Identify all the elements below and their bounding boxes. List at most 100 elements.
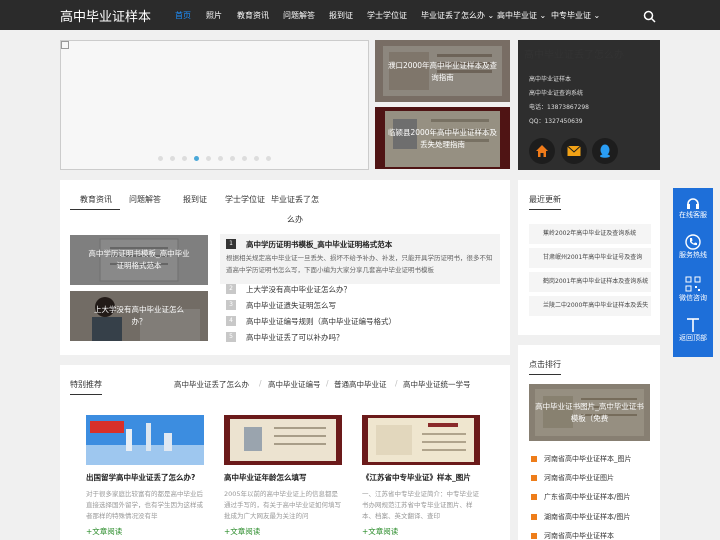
slider-dot[interactable] (170, 156, 175, 161)
read-more-link[interactable]: +文章阅读 (224, 526, 260, 537)
tab-report-cert[interactable]: 报到证 (183, 194, 207, 205)
read-more-link[interactable]: +文章阅读 (362, 526, 398, 537)
rank-item[interactable]: 河南省高中毕业证图片 (544, 473, 665, 483)
news-link[interactable]: 上大学没有高中毕业证怎么办？ (246, 284, 351, 295)
special-recommend-title: 特别推荐 (70, 380, 102, 389)
nav-bachelor-degree[interactable]: 学士学位证 (367, 10, 407, 21)
banner-thumb-1[interactable]: 濮口2000年高中毕业证样本及查询指南 (375, 40, 510, 102)
slider-dot[interactable] (158, 156, 163, 161)
card-image-2[interactable] (224, 415, 342, 465)
rank-number-badge: 1 (226, 239, 236, 249)
rank-item[interactable]: 广东省高中毕业证样本/图片 (544, 492, 665, 502)
nav-report-cert[interactable]: 报到证 (329, 10, 353, 21)
card-image-3[interactable] (362, 415, 480, 465)
back-to-top-button[interactable]: 返回顶部 (673, 310, 713, 357)
qq-icon[interactable] (592, 138, 618, 164)
nav-secondary-diploma[interactable]: 中专毕业证 ⌄ (551, 10, 600, 21)
slider-dot[interactable] (230, 156, 235, 161)
slider-dot[interactable] (182, 156, 187, 161)
rank-number-badge: 4 (226, 316, 236, 326)
travel-image (86, 415, 204, 465)
phone-icon (685, 234, 701, 250)
thumb-caption: 临颍县2000年高中毕业证样本及丢失处理指南 (387, 128, 498, 149)
chevron-down-icon: ⌄ (591, 11, 601, 20)
tab-lost-diploma[interactable]: 毕业证丢了怎 (271, 194, 319, 205)
slider-dot[interactable] (206, 156, 211, 161)
slider-dot[interactable] (266, 156, 271, 161)
click-ranking-title: 点击排行 (529, 360, 561, 369)
card-desc: 2005年以前的高中毕业证上的信息都是通过手写的，有关于高中毕业证如何填写批成为… (224, 490, 341, 520)
rank-item[interactable]: 湖南省高中毕业证样本/图片 (544, 512, 665, 522)
tag-separator: / (326, 379, 329, 388)
card-title[interactable]: 高中毕业证年龄怎么填写 (224, 472, 307, 483)
rank-bullet (531, 475, 537, 481)
rank-bullet (531, 514, 537, 520)
card-image-1[interactable] (86, 415, 204, 465)
featured-article-title[interactable]: 高中学历证明书模板_高中毕业证明格式范本 (246, 239, 392, 250)
news-link[interactable]: 高中毕业证遗失证明怎么写 (246, 300, 336, 311)
headset-icon (687, 198, 699, 209)
special-tag[interactable]: 高中毕业证统一学号 (403, 379, 471, 390)
news-link[interactable]: 高中毕业证丢了可以补办吗？ (246, 332, 344, 343)
news-image-1[interactable]: 高中学历证明书模板_高中毕业证明格式范本 (70, 235, 208, 285)
nav-high-school-diploma[interactable]: 高中毕业证 ⌄ (497, 10, 546, 21)
site-logo[interactable]: 高中毕业证样本 (60, 6, 151, 25)
contact-phone: 电话：13873867298 (529, 104, 589, 111)
slider-dot[interactable] (254, 156, 259, 161)
rank-number-badge: 2 (226, 284, 236, 294)
special-tag[interactable]: 高中毕业证丢了怎么办 (174, 379, 249, 390)
card-title[interactable]: 出国留学高中毕业证丢了怎么办? (86, 472, 195, 483)
title-underline (529, 209, 561, 210)
slider-dot[interactable] (218, 156, 223, 161)
contact-line: 高中毕业证样本 (529, 76, 572, 83)
tab-qa[interactable]: 问题解答 (129, 194, 161, 205)
chevron-down-icon: ⌄ (485, 11, 495, 20)
news-image-2[interactable]: 上大学没有高中毕业证怎么办？ (70, 291, 208, 341)
diploma-image (362, 415, 480, 465)
news-link[interactable]: 高中毕业证编号规则（高中毕业证编号格式） (246, 316, 396, 327)
search-icon[interactable] (643, 8, 656, 23)
rank-bullet (531, 494, 537, 500)
nav-qa[interactable]: 问题解答 (283, 10, 315, 21)
slider-dot[interactable] (242, 156, 247, 161)
slider-dot[interactable] (194, 156, 199, 161)
banner-thumb-2[interactable]: 临颍县2000年高中毕业证样本及丢失处理指南 (375, 107, 510, 169)
card-title[interactable]: 《江苏省中专毕业证》样本_图片 (362, 472, 471, 483)
tab-lost-diploma-wrap[interactable]: 么办 (287, 214, 303, 225)
rank-bullet (531, 533, 537, 539)
diploma-image (224, 415, 342, 465)
rank-item[interactable]: 河南省高中毕业证样本 (544, 531, 665, 540)
contact-qq: QQ：1327450639 (529, 118, 583, 125)
tag-separator: / (259, 379, 262, 388)
service-hotline-button[interactable]: 服务热线 (673, 228, 713, 275)
broken-image-icon (61, 41, 69, 49)
nav-home[interactable]: 首页 (175, 10, 191, 21)
rank-item[interactable]: 河南省高中毕业证样本_图片 (544, 454, 665, 464)
recent-item[interactable]: 鹤岗2001年高中毕业证样本及查询系统 (529, 272, 651, 292)
active-tab-indicator (70, 209, 120, 210)
title-underline (529, 374, 561, 375)
special-tag[interactable]: 高中毕业证编号 (268, 379, 321, 390)
contact-card-title: 高中毕业证丢了怎么办 (524, 50, 624, 61)
read-more-link[interactable]: +文章阅读 (86, 526, 122, 537)
image-slider[interactable] (60, 40, 369, 170)
home-icon[interactable] (529, 138, 555, 164)
qrcode-icon (685, 276, 701, 292)
recent-item[interactable]: 甘肃岷州2001年高中毕业证号及查询 (529, 248, 651, 268)
card-desc: 对于很多家庭比较富有的都是高中毕业后直接选择国外留学，也有学生因为这样或者那样的… (86, 490, 203, 520)
nav-photos[interactable]: 照片 (206, 10, 222, 21)
nav-education-news[interactable]: 教育资讯 (237, 10, 269, 21)
nav-lost-diploma[interactable]: 毕业证丢了怎么办 ⌄ (421, 10, 494, 21)
thumb-caption: 濮口2000年高中毕业证样本及查询指南 (387, 61, 498, 82)
arrow-up-icon (687, 318, 699, 332)
news-image-caption: 高中学历证明书模板_高中毕业证明格式范本 (88, 249, 190, 270)
recent-item[interactable]: 蕉岭2002年高中毕业证及查询系统 (529, 224, 651, 244)
tab-education-news[interactable]: 教育资讯 (80, 194, 112, 205)
special-tag[interactable]: 普通高中毕业证 (334, 379, 387, 390)
tab-bachelor-degree[interactable]: 学士学位证 (225, 194, 265, 205)
rank-number-badge: 3 (226, 300, 236, 310)
ranking-image[interactable]: 高中毕业证书图片_高中毕业证书模板（免费 (529, 384, 650, 441)
mail-icon[interactable] (561, 138, 587, 164)
featured-article-desc: 根据相关规定高中毕业证一旦丢失、损坏不给予补办、补发，只能开具学历证明书，很多不… (226, 254, 493, 274)
recent-item[interactable]: 兰陵二中2000年高中毕业证样本及丢失 (529, 296, 651, 316)
